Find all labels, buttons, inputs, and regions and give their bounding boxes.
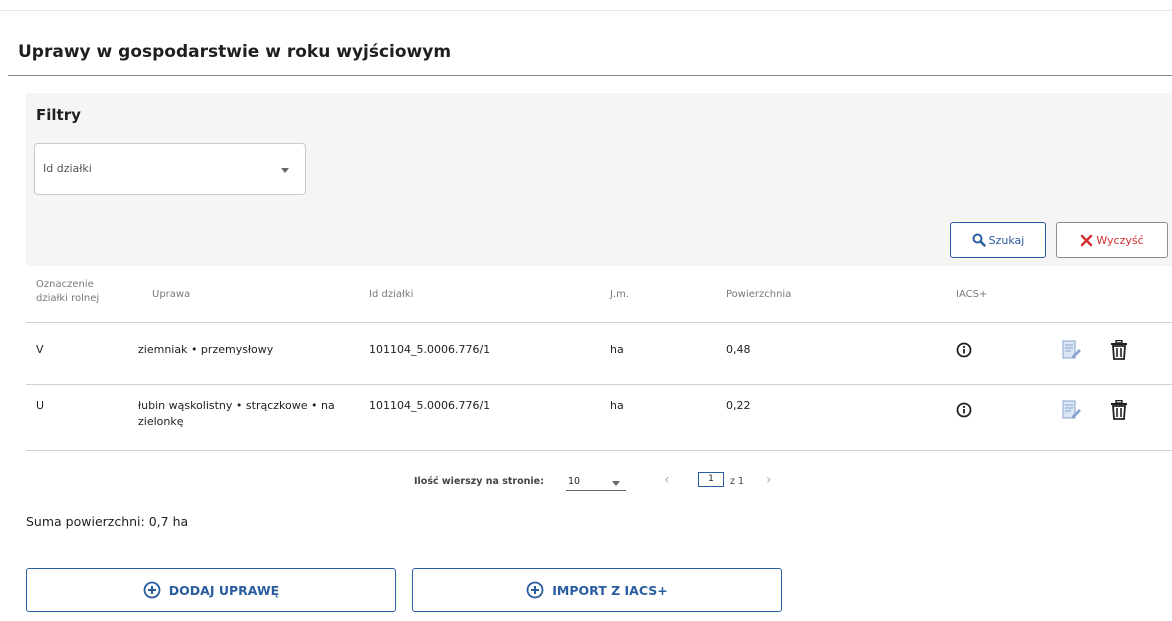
next-page-icon[interactable]: ›	[766, 472, 772, 488]
edit-icon[interactable]	[1060, 399, 1082, 421]
filters-title: Filtry	[36, 106, 81, 124]
search-button-label: Szukaj	[988, 233, 1025, 247]
total-area-summary: Suma powierzchni: 0,7 ha	[26, 514, 189, 529]
table-header: Oznaczenie działki rolnej Uprawa Id dzia…	[26, 274, 1172, 322]
table-row-1-plot-id: 101104_5.0006.776/1	[369, 343, 491, 356]
add-crop-button-label: DODAJ UPRAWĘ	[168, 582, 280, 598]
table-row-1-crop: ziemniak • przemysłowy	[138, 343, 274, 356]
add-crop-button[interactable]: DODAJ UPRAWĘ	[26, 568, 396, 612]
info-icon[interactable]	[956, 402, 972, 418]
clear-button-label: Wyczyść	[1096, 233, 1144, 247]
current-page-input[interactable]: 1	[698, 472, 724, 487]
plus-circle-icon	[143, 581, 161, 599]
col-header-plot-mark[interactable]: Oznaczenie działki rolnej	[36, 278, 126, 306]
edit-icon[interactable]	[1060, 339, 1082, 361]
chevron-down-icon[interactable]	[612, 481, 620, 486]
previous-page-icon[interactable]: ‹	[664, 472, 670, 488]
import-iacs-button[interactable]: IMPORT Z IACS+	[412, 568, 782, 612]
col-header-iacs[interactable]: IACS+	[956, 288, 987, 302]
top-divider	[0, 10, 1172, 11]
col-header-plot-id[interactable]: Id działki	[369, 288, 413, 302]
trash-icon[interactable]	[1110, 340, 1128, 360]
title-divider	[8, 75, 1172, 76]
info-icon[interactable]	[956, 342, 972, 358]
search-button[interactable]: Szukaj	[950, 222, 1046, 258]
trash-icon[interactable]	[1110, 400, 1128, 420]
col-header-unit[interactable]: J.m.	[610, 288, 629, 302]
table-row-2-area: 0,22	[726, 399, 751, 412]
col-header-crop[interactable]: Uprawa	[152, 288, 190, 302]
close-icon	[1081, 234, 1093, 246]
plot-id-select-label: Id działki	[43, 162, 92, 175]
table-row-2-plot-mark: U	[36, 399, 45, 412]
plus-circle-icon	[526, 581, 544, 599]
search-icon	[972, 233, 986, 247]
rows-per-page-label: Ilość wierszy na stronie:	[414, 476, 544, 487]
table-row-2-unit: ha	[610, 399, 624, 412]
clear-button[interactable]: Wyczyść	[1056, 222, 1168, 258]
chevron-down-icon	[281, 168, 289, 173]
rows-per-page-underline	[566, 490, 626, 491]
table-row-1-plot-mark: V	[36, 343, 44, 356]
row-divider	[26, 384, 1172, 385]
table-row-1-unit: ha	[610, 343, 624, 356]
rows-per-page-select[interactable]: 10	[568, 476, 580, 487]
section-title: Uprawy w gospodarstwie w roku wyjściowym	[18, 42, 452, 62]
col-header-area[interactable]: Powierzchnia	[726, 288, 791, 302]
import-iacs-button-label: IMPORT Z IACS+	[552, 582, 668, 598]
table-row-2-plot-id: 101104_5.0006.776/1	[369, 399, 491, 412]
total-pages-label: z 1	[730, 476, 745, 487]
plot-id-select[interactable]: Id działki	[34, 143, 306, 195]
row-divider	[26, 450, 1172, 451]
table-row-2-crop: łubin wąskolistny • strączkowe • na ziel…	[138, 399, 335, 428]
row-divider	[26, 322, 1172, 323]
table-row-1-area: 0,48	[726, 343, 751, 356]
